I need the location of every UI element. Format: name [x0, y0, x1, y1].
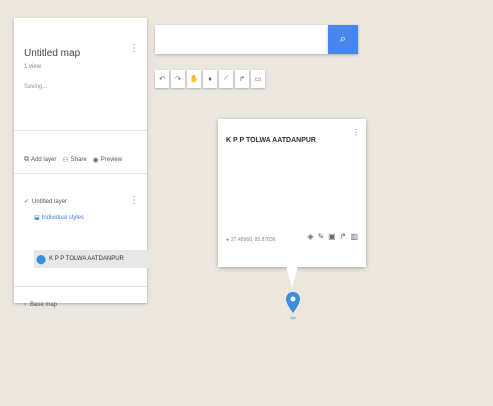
search-input[interactable]	[155, 25, 328, 52]
coords-text: 27.48960, 80.87836	[231, 237, 276, 243]
info-options-icon[interactable]: ⋮	[352, 129, 360, 137]
preview-icon: ◉	[92, 157, 99, 164]
search-button[interactable]: ⌕	[328, 25, 358, 54]
ruler-icon[interactable]: ▭	[251, 70, 265, 88]
share-label: Share	[70, 157, 87, 163]
map-view-count: 1 view	[24, 64, 42, 70]
undo-icon[interactable]: ↶	[155, 70, 169, 88]
layer-options-icon[interactable]: ⋮	[129, 196, 139, 206]
style-label: Individual styles	[41, 214, 85, 221]
layer-header[interactable]: ✓ Untitled layer	[24, 198, 67, 206]
info-coordinates: ● 27.48960, 80.87836	[226, 237, 276, 243]
layer-name[interactable]: Untitled layer	[32, 199, 67, 205]
info-window: K P P TOLWA AATDANPUR ⋮ ● 27.48960, 80.8…	[218, 119, 366, 267]
info-title: K P P TOLWA AATDANPUR	[226, 137, 316, 144]
layer-style-link[interactable]: ⬓ Individual styles	[34, 214, 85, 222]
divider	[14, 286, 147, 287]
map-marker-icon[interactable]	[285, 290, 301, 324]
search-icon: ⌕	[339, 33, 347, 45]
directions-icon[interactable]: ↱	[340, 232, 347, 241]
delete-icon[interactable]: ▥	[350, 232, 358, 241]
base-map-label: Base map	[30, 302, 58, 308]
layer-feature-item[interactable]: ⬤ K P P TOLWA AATDANPUR	[34, 250, 152, 268]
map-pin-icon: ⬤	[36, 253, 47, 264]
search-box	[155, 25, 328, 54]
checkbox-icon[interactable]: ✓	[24, 198, 29, 205]
camera-icon[interactable]: ▣	[328, 232, 336, 241]
directions-icon[interactable]: ↱	[235, 70, 249, 88]
add-layer-button[interactable]: ⧉ Add layer	[24, 156, 56, 164]
line-icon[interactable]: ⟋	[219, 70, 233, 88]
save-status: Saving...	[24, 84, 48, 90]
style-icon[interactable]: ◈	[307, 232, 313, 241]
feature-label: K P P TOLWA AATDANPUR	[49, 256, 124, 262]
location-icon: ●	[226, 237, 230, 243]
preview-label: Preview	[100, 157, 123, 163]
preview-button[interactable]: ◉ Preview	[93, 156, 122, 164]
chevron-right-icon: ›	[24, 302, 26, 308]
divider	[14, 130, 147, 131]
share-button[interactable]: ⚇ Share	[62, 156, 86, 164]
add-layer-label: Add layer	[31, 157, 57, 163]
redo-icon[interactable]: ↷	[171, 70, 185, 88]
edit-icon[interactable]: ✎	[317, 232, 324, 241]
base-map-toggle[interactable]: › Base map	[24, 302, 57, 308]
info-tools: ◈ ✎ ▣ ↱ ▥	[307, 232, 358, 241]
share-icon: ⚇	[62, 157, 69, 164]
divider	[14, 173, 147, 174]
map-actions: ⧉ Add layer ⚇ Share ◉ Preview	[24, 156, 122, 164]
map-options-icon[interactable]: ⋮	[129, 44, 139, 54]
info-window-tail	[286, 266, 298, 288]
marker-icon[interactable]: ♦	[203, 70, 217, 88]
map-title[interactable]: Untitled map	[24, 48, 80, 59]
map-toolbar: ↶ ↷ ✋ ♦ ⟋ ↱ ▭	[155, 70, 265, 90]
map-panel: Untitled map 1 view Saving... ⋮ ⧉ Add la…	[14, 18, 152, 308]
add-layer-icon: ⧉	[24, 156, 29, 163]
paint-roller-icon: ⬓	[34, 215, 40, 221]
hand-icon[interactable]: ✋	[187, 70, 201, 88]
